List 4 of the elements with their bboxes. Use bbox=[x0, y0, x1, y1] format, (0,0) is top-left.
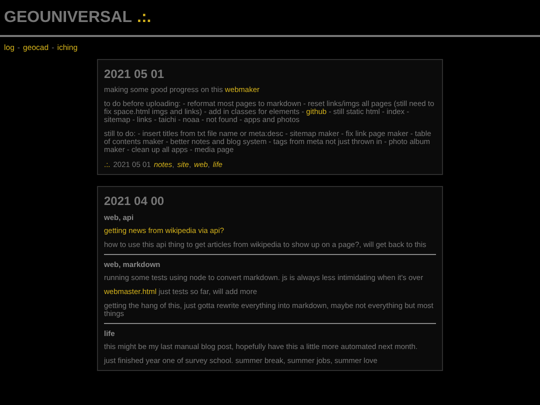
site-title: GEOUNIVERSAL bbox=[4, 8, 132, 28]
post-date: 2021 05 01 bbox=[104, 66, 166, 81]
title-mark: .:. bbox=[137, 8, 152, 28]
post-date: 2021 04 00 bbox=[104, 194, 166, 208]
